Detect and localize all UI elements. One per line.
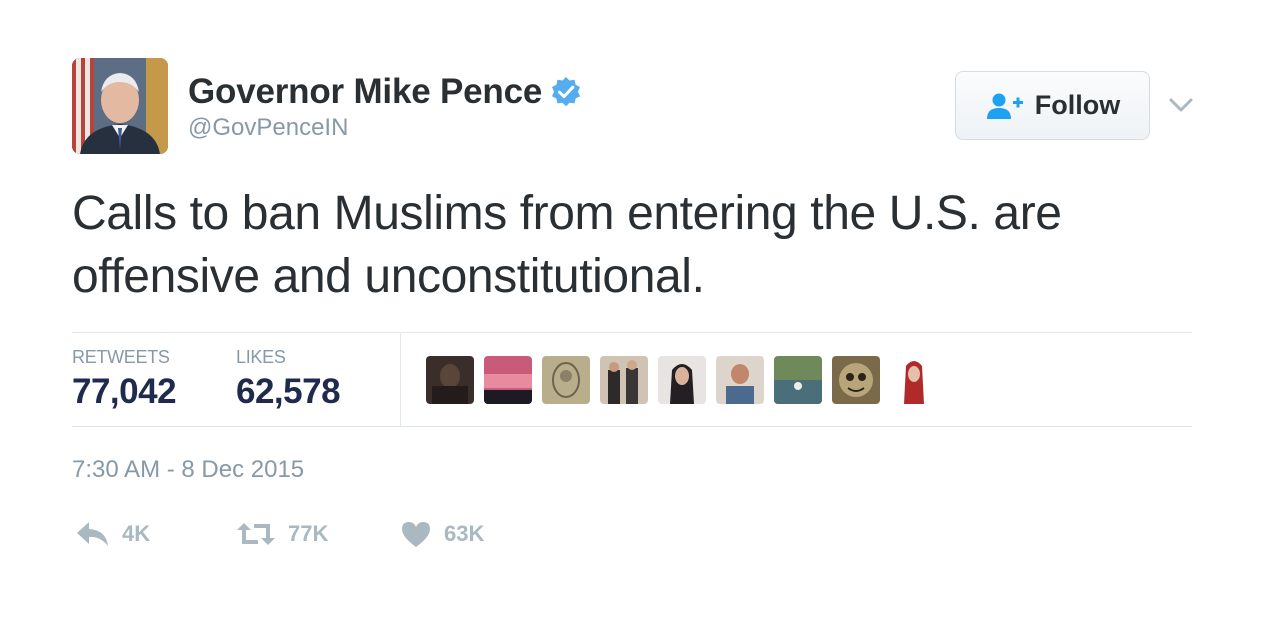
- tweet-timestamp[interactable]: 7:30 AM - 8 Dec 2015: [72, 456, 304, 484]
- liker-avatar[interactable]: [658, 356, 706, 404]
- liker-avatar[interactable]: [716, 356, 764, 404]
- name-row: Governor Mike Pence: [188, 70, 582, 114]
- retweets-stat[interactable]: RETWEETS 77,042: [72, 347, 177, 412]
- liker-avatar[interactable]: [542, 356, 590, 404]
- retweets-label: RETWEETS: [72, 347, 170, 367]
- liker-avatar[interactable]: [426, 356, 474, 404]
- tweet-card: Governor Mike Pence @GovPenceIN Follow C…: [0, 0, 1272, 618]
- verified-badge-icon: [552, 77, 581, 107]
- likes-label: LIKES: [236, 347, 286, 367]
- retweet-icon: [237, 523, 275, 545]
- avatar[interactable]: [72, 58, 168, 154]
- tweet-stats: RETWEETS 77,042 LIKES 62,578: [72, 333, 1192, 426]
- heart-icon: [402, 522, 430, 547]
- chevron-down-icon[interactable]: [1168, 92, 1194, 118]
- follow-button-label: Follow: [1034, 90, 1121, 120]
- user-handle[interactable]: @GovPenceIN: [188, 114, 348, 142]
- liker-avatar[interactable]: [774, 356, 822, 404]
- liker-avatar[interactable]: [890, 356, 938, 404]
- reply-count: 4K: [122, 521, 151, 546]
- liker-avatar[interactable]: [484, 356, 532, 404]
- display-name[interactable]: Governor Mike Pence: [188, 72, 542, 112]
- retweet-count: 77K: [288, 521, 329, 546]
- liker-avatar[interactable]: [600, 356, 648, 404]
- like-count: 63K: [444, 521, 485, 546]
- likes-stat[interactable]: LIKES 62,578: [236, 347, 341, 412]
- tweet-text: Calls to ban Muslims from entering the U…: [72, 187, 1062, 303]
- liker-avatars: [426, 356, 938, 404]
- stats-separator: [400, 333, 401, 426]
- follow-button[interactable]: Follow: [955, 71, 1150, 140]
- likes-value: 62,578: [236, 372, 341, 411]
- like-action[interactable]: 63K: [400, 520, 484, 548]
- reply-icon: [77, 522, 108, 546]
- retweets-value: 77,042: [72, 372, 177, 411]
- reply-action[interactable]: 4K: [76, 520, 150, 548]
- follow-user-plus-icon: [986, 93, 1023, 119]
- divider-bottom: [72, 426, 1192, 427]
- liker-avatar[interactable]: [832, 356, 880, 404]
- retweet-action[interactable]: 77K: [236, 520, 328, 548]
